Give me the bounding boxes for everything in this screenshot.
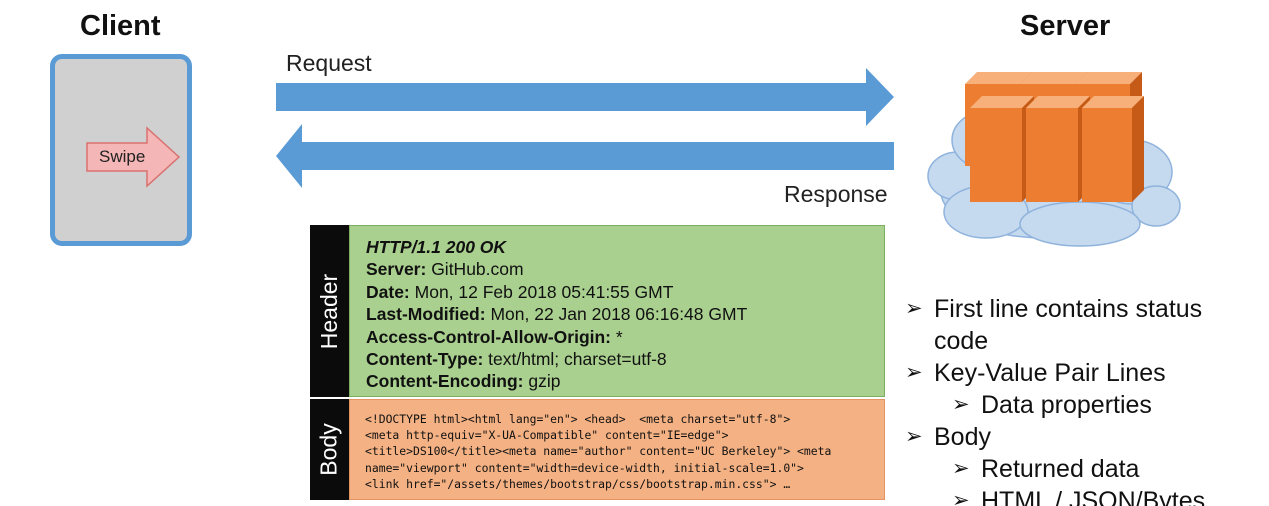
body-code-line: <link href="/assets/themes/bootstrap/css… (365, 476, 791, 491)
server-cloud-icon (927, 72, 1181, 247)
body-side-text: Body (316, 423, 342, 476)
response-label: Response (784, 181, 888, 207)
request-response-arrows (276, 68, 894, 188)
sub-bullet-item: ➢ Returned data (952, 455, 1140, 483)
body-box: <!DOCTYPE html><html lang="en"> <head> <… (349, 399, 885, 500)
server-title: Server (1020, 10, 1111, 42)
sub-bullet-item: ➢ Data properties (952, 391, 1152, 419)
swipe-label: Swipe (99, 147, 146, 166)
sub-bullet-item: ➢ HTML / JSON/Bytes (905, 485, 1265, 506)
header-line-content-type: Content-Type: text/html; charset=utf-8 (366, 349, 667, 370)
body-code-line: <!DOCTYPE html><html lang="en"> <head> <… (365, 412, 791, 426)
arrow-bullet-icon: ➢ (905, 425, 923, 448)
bullet-continuation: code (934, 327, 989, 355)
header-side-label: Header (310, 225, 349, 397)
bullet-item: ➢ Key-Value Pair Lines (905, 359, 1166, 387)
header-box: HTTP/1.1 200 OK Server: GitHub.com Date:… (349, 225, 885, 397)
header-line-date: Date: Mon, 12 Feb 2018 05:41:55 GMT (366, 281, 674, 302)
arrow-bullet-icon: ➢ (952, 489, 970, 506)
bullet-list: ➢ First line contains status code ➢ Key-Va… (905, 293, 1265, 506)
body-code-line: name="viewport" content="width=device-wi… (365, 460, 804, 475)
header-line-server: Server: GitHub.com (366, 259, 524, 280)
request-label: Request (286, 50, 372, 76)
http-body-section: Body <!DOCTYPE html><html lang="en"> <he… (310, 399, 885, 500)
header-line-access-control: Access-Control-Allow-Origin: * (366, 326, 623, 347)
header-line-content-encoding: Content-Encoding: gzip (366, 371, 561, 392)
status-line: HTTP/1.1 200 OK (366, 237, 507, 257)
arrow-bullet-icon: ➢ (905, 361, 923, 384)
arrow-bullet-icon: ➢ (952, 393, 970, 416)
server-rack-icons (965, 72, 1144, 202)
arrow-bullet-icon: ➢ (952, 457, 970, 480)
bullet-item: ➢ Body (905, 423, 991, 451)
arrow-bullet-icon: ➢ (905, 297, 923, 320)
client-title: Client (80, 10, 161, 42)
header-side-text: Header (316, 273, 342, 349)
body-code-line: <title>DS100</title><meta name="author" … (365, 444, 832, 459)
body-side-label: Body (310, 399, 349, 500)
response-arrow (276, 124, 894, 188)
body-code-line: <meta http-equiv="X-UA-Compatible" conte… (365, 428, 729, 443)
tablet-camera-dot (120, 55, 124, 59)
bullet-item: ➢ First line contains status (905, 295, 1203, 323)
http-header-section: Header HTTP/1.1 200 OK Server: GitHub.co… (310, 225, 885, 397)
header-line-last-modified: Last-Modified: Mon, 22 Jan 2018 06:16:48… (366, 304, 748, 325)
